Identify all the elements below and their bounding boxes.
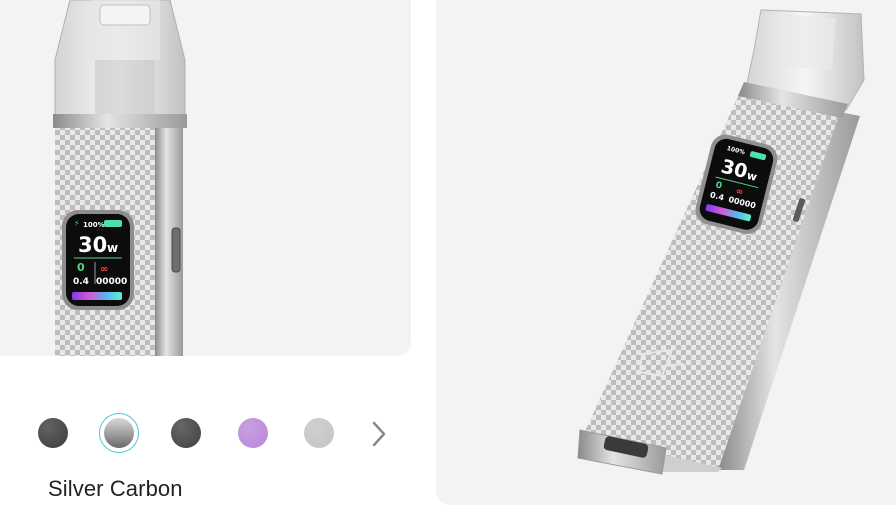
- swatch-black[interactable]: [171, 418, 201, 448]
- svg-text:⚡: ⚡: [74, 219, 80, 228]
- selected-color-name: Silver Carbon: [48, 476, 183, 501]
- swatch-dark-gray[interactable]: [38, 418, 68, 448]
- resistance-text: 0.4: [73, 277, 89, 287]
- swatch-silver-carbon[interactable]: [99, 413, 139, 453]
- chevron-right-icon[interactable]: [368, 419, 390, 449]
- watt-unit-text: w: [107, 241, 118, 255]
- svg-text:0: 0: [77, 261, 85, 274]
- puff-count-text: 00000: [96, 277, 127, 287]
- product-image-main: ⚡ 100% 30 w 0 ∞ 0.4 00000: [0, 0, 411, 356]
- color-swatch-list: [0, 408, 411, 454]
- battery-percent-text: 100%: [83, 221, 105, 229]
- swatch-purple[interactable]: [238, 418, 268, 448]
- svg-text:∞: ∞: [100, 264, 108, 275]
- product-image-angled: 100% 30 w 0 ∞ 0.4 00000: [436, 0, 896, 505]
- swatch-silver[interactable]: [304, 418, 334, 448]
- watt-value-text: 30: [78, 233, 107, 257]
